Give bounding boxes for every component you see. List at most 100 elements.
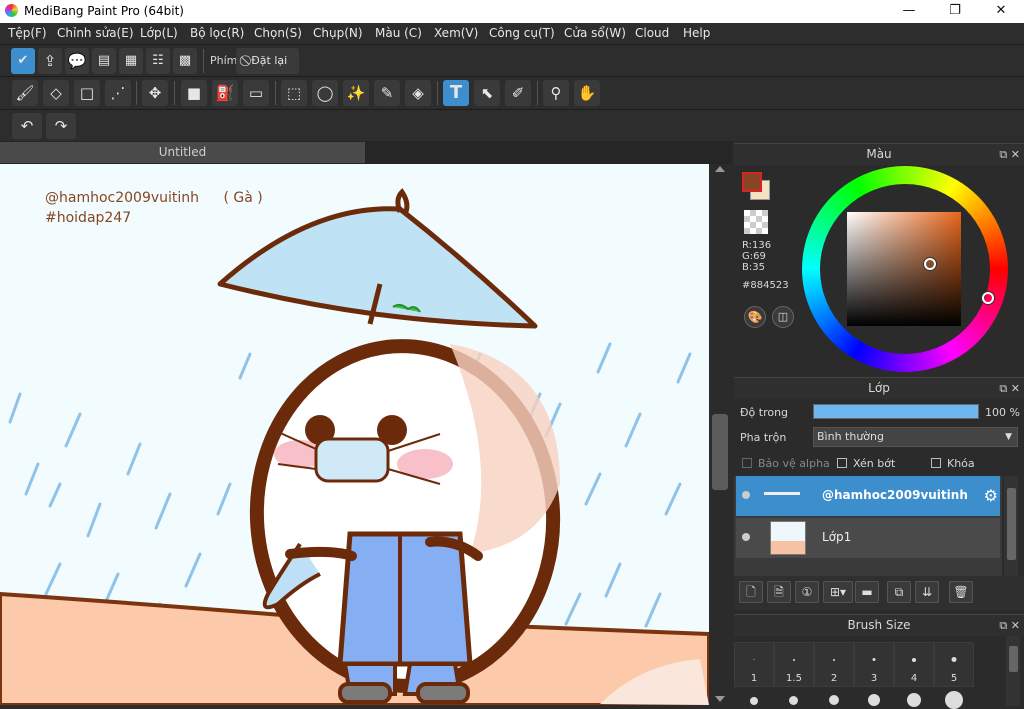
layer-row[interactable]: @hamhoc2009vuitinh ⚙ bbox=[736, 476, 1000, 516]
menu-file[interactable]: Tệp(F) bbox=[8, 26, 47, 40]
clipping-label: Xén bớt bbox=[853, 457, 896, 470]
operation-icon[interactable]: ⬉ bbox=[474, 80, 500, 106]
scrollbar-thumb[interactable] bbox=[712, 414, 728, 490]
canvas-vertical-scrollbar[interactable] bbox=[709, 164, 732, 705]
brush-size-cell[interactable]: 1.5 bbox=[774, 642, 814, 687]
hand-icon[interactable]: ✋ bbox=[574, 80, 600, 106]
brush-size-cell[interactable]: 5 bbox=[934, 642, 974, 687]
dot-brush-icon[interactable]: ⋰ bbox=[105, 80, 131, 106]
layer-list-scrollbar[interactable] bbox=[1004, 476, 1018, 576]
panel-close-icon[interactable]: ✕ bbox=[1011, 382, 1020, 395]
brush-size-cell[interactable]: 4 bbox=[894, 642, 934, 687]
panel-close-icon[interactable]: ✕ bbox=[1011, 148, 1020, 161]
redo-icon[interactable]: ↷ bbox=[46, 113, 76, 139]
lock-label: Khóa bbox=[947, 457, 975, 470]
frame-divider-icon[interactable]: ✐ bbox=[505, 80, 531, 106]
move-icon[interactable]: ✥ bbox=[142, 80, 168, 106]
new-layer-icon[interactable]: 🗋 bbox=[739, 581, 763, 603]
menu-view[interactable]: Xem(V) bbox=[434, 26, 478, 40]
layer-visibility-icon[interactable] bbox=[742, 533, 750, 541]
layer-actions-bar: 🗋 🗎 ① ⊞▾ ▬ ⧉ ⇊ 🗑 bbox=[734, 576, 1024, 610]
trash-icon[interactable]: 🗑 bbox=[949, 581, 973, 603]
tab-untitled[interactable]: Untitled bbox=[0, 142, 365, 163]
magic-wand-icon[interactable]: ✨ bbox=[343, 80, 369, 106]
sv-picker-handle[interactable] bbox=[924, 258, 936, 270]
close-button[interactable]: ✕ bbox=[978, 0, 1024, 23]
minimize-button[interactable]: — bbox=[886, 0, 932, 23]
folder-icon[interactable]: ▬ bbox=[855, 581, 879, 603]
share-icon[interactable]: ⇪ bbox=[38, 48, 62, 74]
layer-row[interactable]: Lớp1 bbox=[736, 518, 1000, 558]
add-layer-menu-icon[interactable]: ⊞▾ bbox=[823, 581, 853, 603]
select-pen-icon[interactable]: ✎ bbox=[374, 80, 400, 106]
select-rect-icon[interactable]: ⬚ bbox=[281, 80, 307, 106]
check-icon[interactable]: ✔ bbox=[11, 48, 35, 74]
new-8bit-layer-icon[interactable]: 🗎 bbox=[767, 581, 791, 603]
comment-icon[interactable]: 💬 bbox=[65, 48, 89, 74]
brush-size-cell[interactable]: 2 bbox=[814, 642, 854, 687]
panel-list-icon[interactable]: ☷ bbox=[146, 48, 170, 74]
blend-mode-select[interactable]: Bình thường ▼ bbox=[813, 427, 1018, 447]
menu-color[interactable]: Màu (C) bbox=[375, 26, 422, 40]
scroll-up-icon[interactable] bbox=[715, 166, 725, 172]
rectangle-icon[interactable]: □ bbox=[74, 80, 100, 106]
brush-panel-title: Brush Size bbox=[847, 618, 911, 632]
merge-down-icon[interactable]: ⇊ bbox=[915, 581, 939, 603]
menu-snap[interactable]: Chụp(N) bbox=[313, 26, 363, 40]
maximize-button[interactable]: ❐ bbox=[932, 0, 978, 23]
panel-close-icon[interactable]: ✕ bbox=[1011, 619, 1020, 632]
bucket-icon[interactable]: ⛽ bbox=[212, 80, 238, 106]
hue-wheel[interactable] bbox=[802, 166, 1008, 372]
saturation-value-square[interactable] bbox=[847, 212, 961, 326]
green-value: G:69 bbox=[742, 251, 766, 262]
menu-edit[interactable]: Chỉnh sửa(E) bbox=[57, 26, 134, 40]
protect-alpha-checkbox[interactable]: Bảo vệ alpha bbox=[742, 457, 830, 470]
layer-thumbnail bbox=[770, 521, 806, 555]
menu-help[interactable]: Help bbox=[683, 26, 710, 40]
brush-size-panel: Brush Size ⧉ ✕ 1 1.5 2 3 4 5 bbox=[734, 614, 1024, 709]
brush-icon[interactable]: 🖌 bbox=[12, 80, 38, 106]
menu-bar: Tệp(F) Chỉnh sửa(E) Lớp(L) Bộ lọc(R) Chọ… bbox=[0, 23, 1024, 44]
brush-size-cell[interactable]: 3 bbox=[854, 642, 894, 687]
undock-icon[interactable]: ⧉ bbox=[999, 382, 1007, 395]
lock-checkbox[interactable]: Khóa bbox=[931, 457, 975, 470]
document-icon[interactable]: ▦ bbox=[119, 48, 143, 74]
menu-select[interactable]: Chọn(S) bbox=[254, 26, 302, 40]
menu-tools[interactable]: Công cụ(T) bbox=[489, 26, 555, 40]
transparent-color-icon[interactable] bbox=[744, 210, 768, 234]
grid-edit-icon[interactable]: ▩ bbox=[173, 48, 197, 74]
undock-icon[interactable]: ⧉ bbox=[999, 619, 1007, 632]
undo-icon[interactable]: ↶ bbox=[12, 113, 42, 139]
speech-bubble-icon[interactable]: ▤ bbox=[92, 48, 116, 74]
color-history-icon[interactable]: ◫ bbox=[772, 306, 794, 328]
eyedropper-icon[interactable]: ⚲ bbox=[543, 80, 569, 106]
undock-icon[interactable]: ⧉ bbox=[999, 148, 1007, 161]
layer-visibility-icon[interactable] bbox=[742, 491, 750, 499]
hue-picker-handle[interactable] bbox=[982, 292, 994, 304]
scroll-down-icon[interactable] bbox=[715, 696, 725, 702]
brush-list-scrollbar[interactable] bbox=[1006, 636, 1020, 706]
palette-icon[interactable]: 🎨 bbox=[744, 306, 766, 328]
reset-button[interactable]: ⃠ Đặt lại bbox=[236, 48, 299, 74]
gear-icon[interactable]: ⚙ bbox=[984, 486, 998, 505]
drawing-canvas[interactable]: @hamhoc2009vuitinh ( Gà ) #hoidap247 bbox=[0, 164, 709, 705]
gradient-icon[interactable]: ▭ bbox=[243, 80, 269, 106]
opacity-slider[interactable] bbox=[813, 404, 979, 419]
fill-rect-icon[interactable]: ■ bbox=[181, 80, 207, 106]
new-1bit-layer-icon[interactable]: ① bbox=[795, 581, 819, 603]
duplicate-layer-icon[interactable]: ⧉ bbox=[887, 581, 911, 603]
text-tool-icon[interactable]: T bbox=[443, 80, 469, 106]
menu-filter[interactable]: Bộ lọc(R) bbox=[190, 26, 244, 40]
menu-window[interactable]: Cửa sổ(W) bbox=[564, 26, 626, 40]
hex-value: #884523 bbox=[742, 280, 789, 291]
reset-label: Đặt lại bbox=[251, 54, 288, 67]
lasso-icon[interactable]: ◯ bbox=[312, 80, 338, 106]
brush-size-cell[interactable]: 1 bbox=[734, 642, 774, 687]
menu-cloud[interactable]: Cloud bbox=[635, 26, 669, 40]
foreground-color-swatch[interactable] bbox=[742, 172, 762, 192]
select-eraser-icon[interactable]: ◈ bbox=[405, 80, 431, 106]
clipping-checkbox[interactable]: Xén bớt bbox=[837, 457, 895, 470]
canvas-username-text: @hamhoc2009vuitinh bbox=[45, 190, 200, 206]
eraser-icon[interactable]: ◇ bbox=[43, 80, 69, 106]
menu-layer[interactable]: Lớp(L) bbox=[140, 26, 178, 40]
